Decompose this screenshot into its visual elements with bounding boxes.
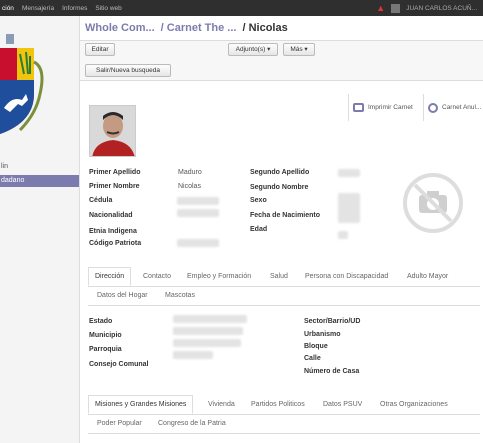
camera-off-icon — [413, 183, 453, 223]
label-codigo: Código Patriota — [89, 240, 142, 247]
label-edad: Edad — [250, 226, 268, 233]
menu-item-reports[interactable]: Informes — [62, 5, 87, 12]
coat-of-arms-logo — [0, 34, 44, 134]
page-title: / Nicolas — [242, 22, 288, 34]
label-parroquia: Parroquia — [89, 346, 122, 353]
value-municipio — [173, 327, 243, 335]
value-cedula — [177, 197, 219, 205]
tab-divider — [88, 305, 480, 306]
top-menu-bar: ción Mensajería Informes Sitio web ▲ JUA… — [0, 0, 483, 16]
tab-salud[interactable]: Salud — [270, 273, 288, 280]
cancelled-card-button[interactable]: Carnet Anul... — [423, 94, 483, 121]
more-button[interactable]: Más ▾ — [283, 43, 315, 56]
tab-vivienda[interactable]: Vivienda — [208, 401, 235, 408]
value-primer-nombre: Nicolas — [178, 183, 201, 190]
portrait-image — [90, 106, 135, 156]
label-estado: Estado — [89, 318, 113, 325]
value-consejo-comunal — [173, 351, 213, 359]
tab-divider — [88, 414, 480, 415]
avatar — [391, 3, 401, 13]
value-edad — [338, 231, 348, 239]
value-primer-apellido: Maduro — [178, 169, 202, 176]
tab-datos-psuv[interactable]: Datos PSUV — [323, 401, 362, 408]
label-consejo-comunal: Consejo Comunal — [89, 361, 149, 368]
breadcrumb: Whole Com... / Carnet The ... / Nicolas — [80, 16, 483, 41]
label-sector: Sector/Barrio/UD — [304, 318, 361, 325]
sidebar-item-admin[interactable]: lin — [0, 161, 79, 173]
label-bloque: Bloque — [304, 343, 328, 350]
tab-divider — [88, 286, 480, 287]
tab-partidos-politicos[interactable]: Partidos Politicos — [251, 401, 305, 408]
value-sexo-fecha — [338, 193, 360, 223]
tab-discapacidad[interactable]: Persona con Discapacidad — [305, 273, 388, 280]
label-numero-casa: Número de Casa — [304, 368, 360, 375]
print-card-button[interactable]: Imprimir Carnet — [348, 94, 422, 121]
label-sexo: Sexo — [250, 197, 267, 204]
edit-button[interactable]: Editar — [85, 43, 115, 56]
exit-search-button[interactable]: Salir/Nueva busqueda — [85, 64, 171, 77]
tab-congreso-patria[interactable]: Congreso de la Patria — [158, 420, 226, 427]
label-urbanismo: Urbanismo — [304, 331, 341, 338]
tab-empleo-formacion[interactable]: Empleo y Formación — [187, 273, 251, 280]
form-sheet: Imprimir Carnet Carnet Anul... Primer Ap… — [80, 81, 483, 443]
breadcrumb-item-2[interactable]: / Carnet The ... — [161, 22, 237, 34]
printer-icon — [353, 103, 364, 112]
label-nacionalidad: Nacionalidad — [89, 212, 133, 219]
label-primer-nombre: Primer Nombre — [89, 183, 140, 190]
menu-item-messaging[interactable]: Mensajería — [22, 5, 54, 12]
value-nacionalidad — [177, 209, 219, 217]
attachments-button[interactable]: Adjunto(s) ▾ — [228, 43, 278, 56]
user-status-icon[interactable]: ▲ — [376, 3, 385, 13]
sidebar: lin dadano — [0, 16, 80, 443]
label-cedula: Cédula — [89, 197, 113, 204]
tab-contacto[interactable]: Contacto — [143, 273, 171, 280]
menu-item-website[interactable]: Sitio web — [95, 5, 121, 12]
label-etnia: Etnia Indigena — [89, 228, 137, 235]
tab-adulto-mayor[interactable]: Adulto Mayor — [407, 273, 448, 280]
label-municipio: Municipio — [89, 332, 122, 339]
tab-divider — [88, 433, 480, 434]
label-segundo-apellido: Segundo Apellido — [250, 169, 310, 176]
label-calle: Calle — [304, 355, 321, 362]
toolbar: Editar Adjunto(s) ▾ Más ▾ Salir/Nueva bu… — [80, 41, 483, 81]
sidebar-item-ciudadano[interactable]: dadano — [0, 175, 79, 187]
tab-poder-popular[interactable]: Poder Popular — [97, 420, 142, 427]
no-photo-icon[interactable] — [403, 173, 463, 233]
value-parroquia — [173, 339, 241, 347]
value-segundo-apellido — [338, 169, 360, 177]
label-segundo-nombre: Segundo Nombre — [250, 184, 309, 191]
tab-otras-organizaciones[interactable]: Otras Organizaciones — [380, 401, 448, 408]
tab-mascotas[interactable]: Mascotas — [165, 292, 195, 299]
label-primer-apellido: Primer Apellido — [89, 169, 141, 176]
print-card-label: Imprimir Carnet — [368, 104, 413, 111]
value-estado — [173, 315, 247, 323]
citizen-photo[interactable] — [89, 105, 136, 157]
tab-direccion[interactable]: Dirección — [88, 267, 132, 286]
value-codigo — [177, 239, 219, 247]
cancel-icon — [428, 102, 438, 113]
label-fecha-nacimiento: Fecha de Nacimiento — [250, 212, 321, 219]
cancelled-card-label: Carnet Anul... — [442, 104, 482, 111]
user-name[interactable]: JUAN CARLOS ACUÑ... — [406, 5, 477, 12]
tab-misiones[interactable]: Misiones y Grandes Misiones — [88, 395, 194, 414]
user-area: ▲ JUAN CARLOS ACUÑ... — [376, 0, 477, 16]
tab-datos-hogar[interactable]: Datos del Hogar — [97, 292, 148, 299]
breadcrumb-item-1[interactable]: Whole Com... — [85, 22, 155, 34]
menu-item-main[interactable]: ción — [2, 5, 14, 12]
